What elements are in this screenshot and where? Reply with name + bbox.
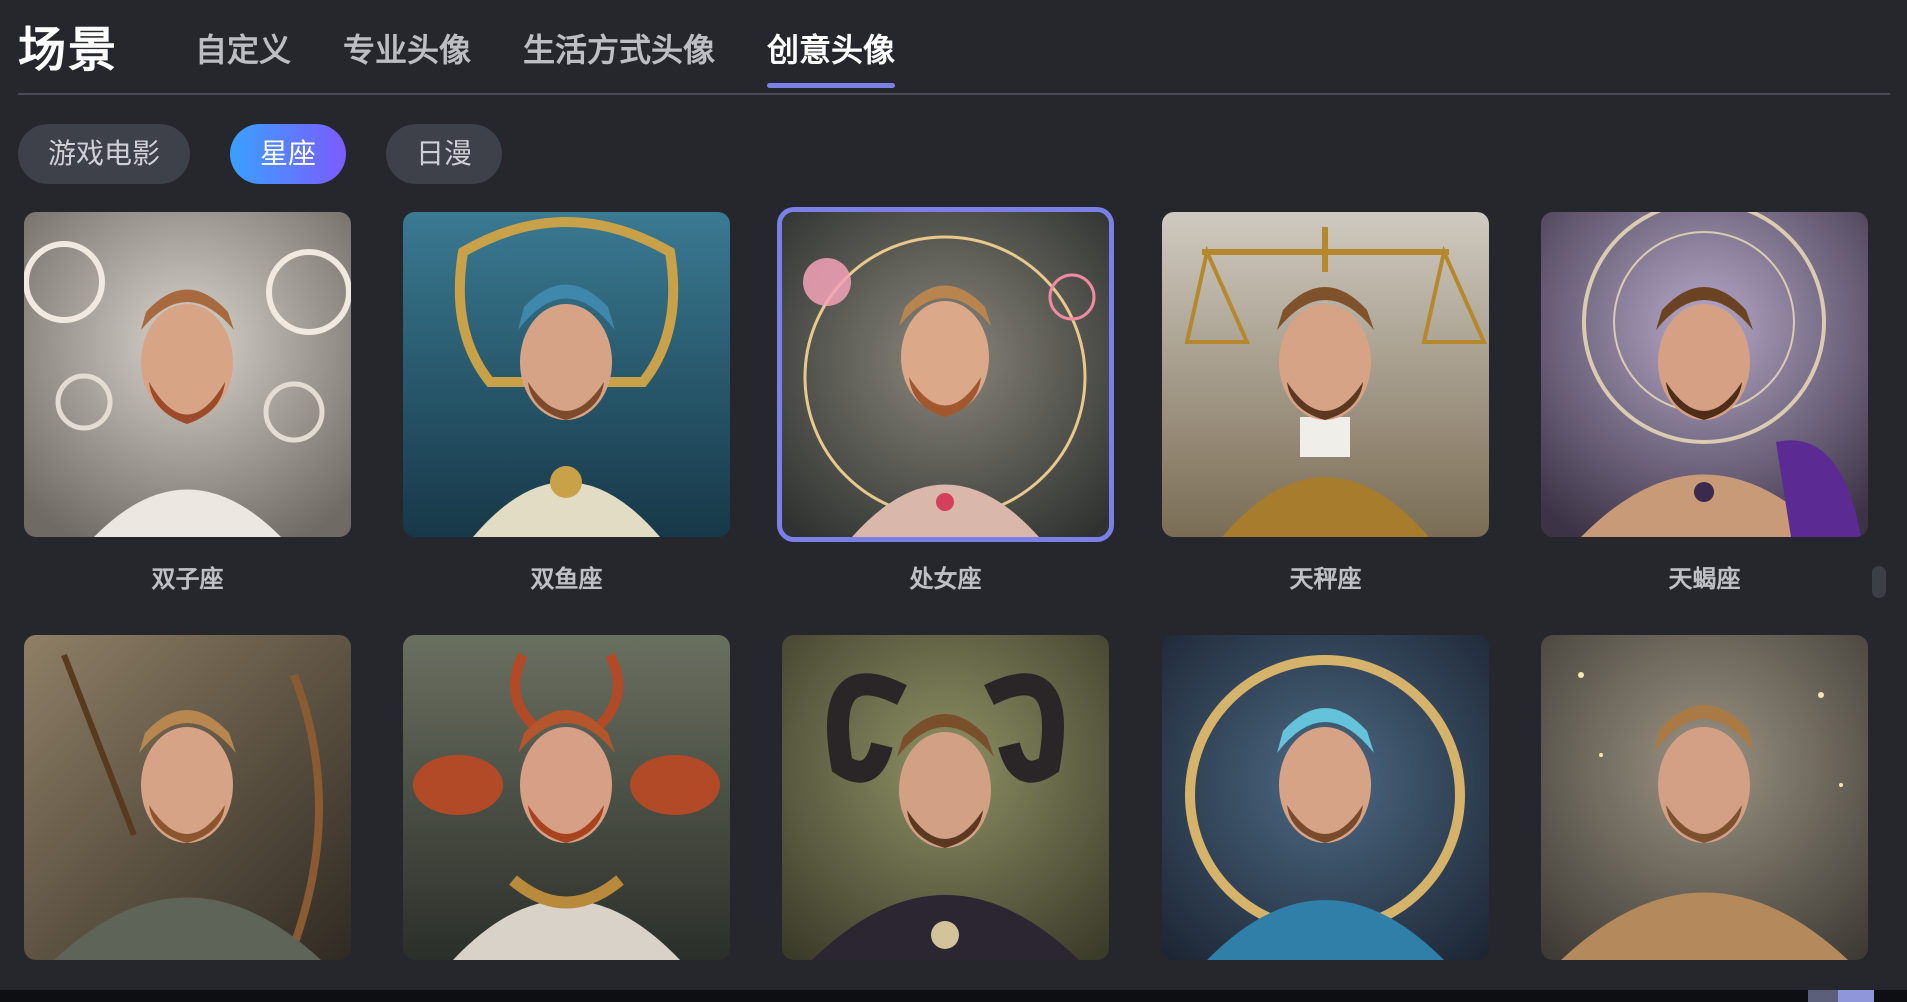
avatar-label: 处女座: [909, 565, 982, 593]
avatar-label: 天蝎座: [1668, 565, 1741, 593]
tab-custom[interactable]: 自定义: [195, 24, 291, 88]
header-divider: [18, 93, 1890, 95]
scene-header: 场景 自定义 专业头像 生活方式头像 创意头像: [0, 0, 1907, 95]
avatar-image: [1162, 635, 1489, 960]
avatar-card-aquarius[interactable]: [1162, 635, 1489, 960]
avatar-image: [24, 635, 351, 960]
avatar-image: [1541, 635, 1868, 960]
avatar-card-libra[interactable]: 天秤座: [1162, 212, 1489, 595]
bottom-bar-segment: [1838, 990, 1874, 1002]
avatar-image: [1162, 212, 1489, 537]
avatar-image: [24, 212, 351, 537]
pill-anime[interactable]: 日漫: [386, 124, 503, 184]
tab-creative-avatar[interactable]: 创意头像: [767, 24, 896, 88]
avatar-card-aries[interactable]: [782, 635, 1109, 960]
pill-zodiac[interactable]: 星座: [230, 124, 347, 184]
avatar-image: [403, 212, 730, 537]
avatar-card-scorpio[interactable]: 天蝎座: [1541, 212, 1868, 595]
bottom-bar-segment: [1808, 990, 1838, 1002]
category-tabs: 自定义 专业头像 生活方式头像 创意头像: [195, 24, 947, 88]
avatar-card-taurus[interactable]: [1541, 635, 1868, 960]
avatar-label: 双子座: [151, 565, 224, 593]
avatar-image: [1541, 212, 1868, 537]
avatar-card-sagittarius[interactable]: [24, 635, 351, 960]
avatar-card-gemini[interactable]: 双子座: [24, 212, 351, 595]
avatar-label: 天秤座: [1289, 565, 1362, 593]
tab-professional-avatar[interactable]: 专业头像: [343, 24, 471, 88]
avatar-image: [782, 212, 1109, 537]
avatar-image: [782, 635, 1109, 960]
page-title: 场景: [18, 22, 119, 78]
filter-pills: 游戏电影 星座 日漫: [18, 124, 542, 184]
bottom-bar: [0, 990, 1907, 1002]
avatar-image: [403, 635, 730, 960]
tab-lifestyle-avatar[interactable]: 生活方式头像: [523, 24, 715, 88]
avatar-card-pisces[interactable]: 双鱼座: [403, 212, 730, 595]
scrollbar-thumb[interactable]: [1872, 566, 1886, 598]
avatar-card-cancer[interactable]: [403, 635, 730, 960]
avatar-label: 双鱼座: [530, 565, 603, 593]
avatar-card-virgo[interactable]: 处女座: [782, 212, 1109, 595]
pill-games-movies[interactable]: 游戏电影: [18, 124, 191, 184]
